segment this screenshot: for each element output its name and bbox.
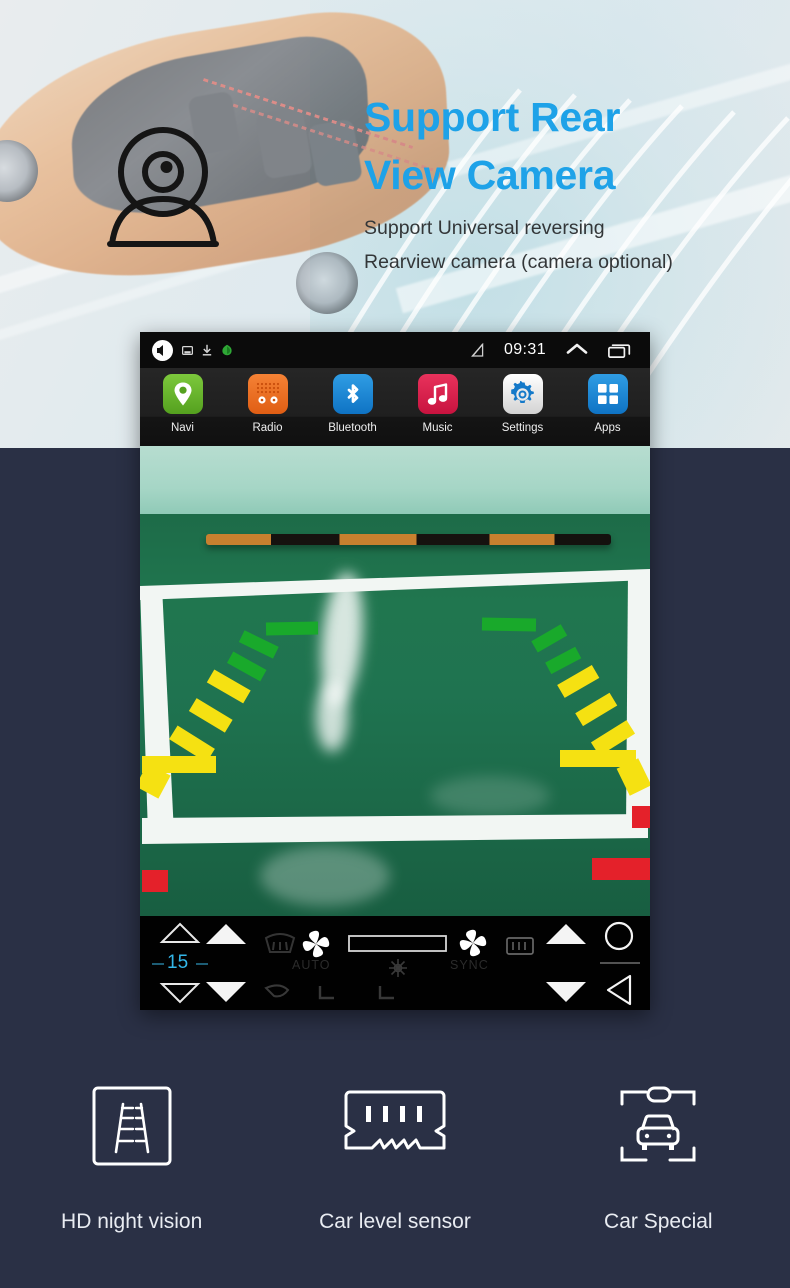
app-label-apps: Apps bbox=[594, 422, 621, 434]
app-music[interactable]: Music bbox=[395, 368, 480, 446]
fan-down-icon bbox=[206, 982, 246, 1002]
page-title: Support Rear View Camera bbox=[364, 88, 784, 204]
subtitle-line-2: Rearview camera (camera optional) bbox=[364, 250, 673, 273]
signal-off-icon bbox=[470, 342, 484, 357]
rear-defrost-icon bbox=[506, 937, 534, 955]
app-label-navi: Navi bbox=[170, 422, 194, 434]
fan-blade-right-icon bbox=[459, 929, 487, 957]
grid-apps-icon bbox=[587, 374, 628, 414]
app-bluetooth[interactable]: Bluetooth bbox=[310, 368, 395, 446]
front-defrost-icon bbox=[264, 933, 296, 953]
feature-car-special[interactable]: Car Special bbox=[527, 1062, 790, 1288]
screenshot-icon bbox=[182, 345, 193, 355]
chevron-up-icon[interactable] bbox=[566, 343, 588, 357]
map-pin-icon bbox=[162, 374, 203, 414]
feature-label-car-special: Car Special bbox=[604, 1210, 713, 1233]
fan-up-icon bbox=[206, 924, 246, 944]
app-navi[interactable]: Navi bbox=[140, 368, 225, 446]
seat-heat-left-icon bbox=[318, 986, 334, 1000]
green-app-icon bbox=[222, 344, 232, 356]
status-bar: 09:31 bbox=[140, 332, 650, 368]
recents-icon[interactable] bbox=[608, 343, 632, 358]
climate-icon-group bbox=[152, 921, 640, 1006]
headline-line-1: Support Rear bbox=[364, 94, 621, 140]
recirculate-icon bbox=[264, 984, 290, 998]
clock: 09:31 bbox=[503, 341, 546, 358]
app-label-settings: Settings bbox=[501, 422, 544, 434]
feature-label-hd-night-vision: HD night vision bbox=[61, 1210, 203, 1233]
speaker-icon[interactable] bbox=[152, 339, 173, 361]
temp-down-outline-icon bbox=[159, 983, 201, 1004]
volume-up-icon bbox=[546, 924, 586, 944]
parking-guide-lines-icon bbox=[92, 1086, 172, 1166]
temp-up-outline-icon bbox=[159, 922, 201, 943]
app-settings[interactable]: Settings bbox=[480, 368, 565, 446]
app-label-bluetooth: Bluetooth bbox=[328, 422, 377, 434]
parking-guide-overlay bbox=[140, 617, 650, 892]
app-label-radio: Radio bbox=[252, 422, 283, 434]
car-front-frame-icon bbox=[620, 1086, 696, 1162]
webcam-icon bbox=[107, 127, 219, 247]
page-subtitle: Support Universal reversing Rearview cam… bbox=[364, 212, 784, 279]
car-head-unit-device: 09:31 Navi Radio Bluetooth Music Setting… bbox=[140, 332, 650, 1010]
climate-auto-label[interactable]: AUTO bbox=[292, 958, 331, 972]
subtitle-line-1: Support Universal reversing bbox=[364, 217, 605, 239]
rear-camera-view[interactable] bbox=[140, 446, 650, 916]
seat-heat-right-icon bbox=[378, 986, 394, 1000]
app-label-music: Music bbox=[422, 422, 453, 434]
music-note-icon bbox=[417, 374, 458, 414]
home-circle-icon bbox=[604, 921, 634, 951]
app-radio[interactable]: Radio bbox=[225, 368, 310, 446]
fan-blade-left-icon bbox=[302, 930, 330, 958]
feature-label-car-level-sensor: Car level sensor bbox=[319, 1210, 471, 1233]
radio-icon bbox=[247, 374, 288, 414]
app-shortcut-bar: Navi Radio Bluetooth Music Settings Apps bbox=[140, 368, 650, 446]
download-icon bbox=[202, 344, 212, 356]
feature-hd-night-vision[interactable]: HD night vision bbox=[0, 1062, 263, 1288]
level-sensor-module-icon bbox=[344, 1090, 446, 1150]
volume-down-icon bbox=[546, 982, 586, 1002]
feature-row: HD night vision Car level sensor Car Spe… bbox=[0, 1062, 790, 1288]
climate-sync-label[interactable]: SYNC bbox=[450, 958, 489, 972]
app-apps[interactable]: Apps bbox=[565, 368, 650, 446]
climate-temperature: 15 bbox=[167, 952, 189, 973]
gear-icon bbox=[502, 374, 543, 414]
snowflake-icon bbox=[389, 959, 407, 977]
climate-control-bar: 15 AUTO SYNC bbox=[140, 916, 650, 1010]
headline-line-2: View Camera bbox=[364, 152, 616, 199]
level-bar-icon bbox=[348, 935, 447, 952]
back-triangle-icon bbox=[606, 974, 632, 1006]
bluetooth-icon bbox=[332, 374, 373, 414]
feature-car-level-sensor[interactable]: Car level sensor bbox=[263, 1062, 526, 1288]
